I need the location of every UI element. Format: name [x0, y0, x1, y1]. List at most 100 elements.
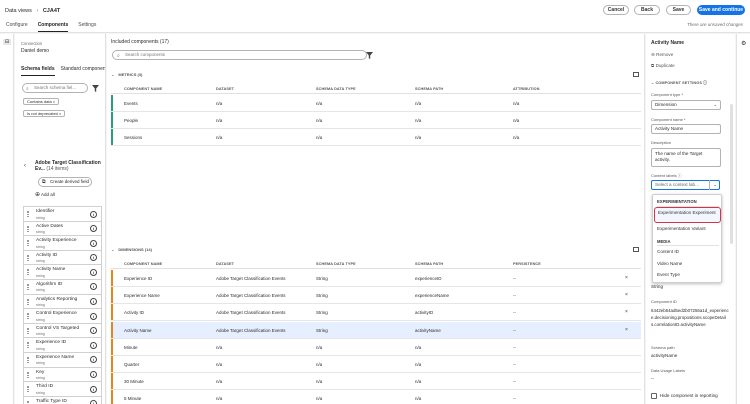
- components-search-input[interactable]: ⌕ Search components: [112, 50, 367, 60]
- schema-field-item[interactable]: Activity ID string i: [23, 249, 102, 266]
- remove-button[interactable]: ⊖ Remove: [651, 52, 673, 58]
- tab-components[interactable]: Components: [37, 22, 69, 32]
- info-icon[interactable]: i: [90, 225, 97, 233]
- tab-configure[interactable]: Configure: [6, 22, 28, 32]
- gear-icon[interactable]: ⚙: [741, 40, 746, 47]
- info-icon[interactable]: i: [90, 400, 97, 404]
- info-icon[interactable]: i: [90, 298, 97, 306]
- cancel-button[interactable]: Cancel: [603, 5, 629, 15]
- content-labels-dropdown-button[interactable]: ⌄: [709, 180, 720, 190]
- panel-toggle-icon[interactable]: ⊟: [3, 39, 11, 45]
- tab-standard-components[interactable]: Standard components: [61, 66, 105, 76]
- component-name-input[interactable]: Activity Name: [651, 124, 721, 134]
- popover-item-video-name[interactable]: Video Name: [657, 261, 682, 267]
- drag-handle-icon[interactable]: [27, 386, 29, 393]
- drag-handle-icon[interactable]: [27, 342, 29, 349]
- remove-icon[interactable]: ×: [625, 309, 628, 315]
- tab-settings[interactable]: Settings: [78, 22, 96, 32]
- column-header[interactable]: DATASET: [216, 262, 234, 266]
- info-icon[interactable]: i: [90, 239, 97, 247]
- table-row[interactable]: Quarter n/a n/a n/a --: [111, 356, 641, 373]
- filter-icon[interactable]: [366, 52, 373, 59]
- column-header[interactable]: DATASET: [216, 87, 234, 91]
- component-settings-header[interactable]: ⌄ COMPONENT SETTINGS ⓘ: [651, 80, 707, 86]
- popover-item-experimentation-experiment[interactable]: Experimentation Experiment: [654, 207, 721, 223]
- schema-field-item[interactable]: Activity Name string i: [23, 264, 102, 280]
- column-settings-icon[interactable]: [633, 247, 639, 252]
- schema-field-item[interactable]: Control Experience string i: [23, 308, 102, 324]
- back-button[interactable]: Back: [634, 5, 660, 15]
- filter-icon[interactable]: [92, 85, 99, 92]
- tab-schema-fields[interactable]: Schema fields: [21, 66, 55, 76]
- table-row[interactable]: Minute n/a n/a n/a --: [111, 338, 641, 356]
- schema-field-item[interactable]: Traffic Type IDstringi: [23, 395, 102, 404]
- save-button[interactable]: Save: [666, 5, 691, 15]
- filter-chip-not-deprecated[interactable]: Is not deprecated ×: [23, 110, 66, 117]
- table-row[interactable]: Sessions n/a n/a n/a n/a: [111, 129, 641, 147]
- info-icon[interactable]: i: [90, 371, 97, 379]
- hide-component-checkbox[interactable]: [651, 393, 657, 399]
- column-header[interactable]: SCHEMA DATA TYPE: [316, 87, 356, 91]
- schema-field-item[interactable]: Algorithm ID string i: [23, 278, 102, 295]
- drag-handle-icon[interactable]: [27, 313, 29, 320]
- column-header[interactable]: PERSISTENCE: [513, 262, 541, 266]
- info-icon[interactable]: i: [90, 210, 97, 218]
- drag-handle-icon[interactable]: [27, 283, 29, 290]
- schema-field-item[interactable]: Active Dates string i: [23, 220, 102, 237]
- drag-handle-icon[interactable]: [27, 211, 29, 217]
- drag-handle-icon[interactable]: [27, 269, 29, 276]
- drag-handle-icon[interactable]: [27, 356, 29, 363]
- table-row[interactable]: People n/a n/a n/a n/a: [111, 112, 641, 130]
- dimensions-section-header[interactable]: ⌄ DIMENSIONS (14): [111, 247, 152, 252]
- info-icon[interactable]: i: [90, 341, 97, 349]
- breadcrumb-data-views[interactable]: Data views: [5, 8, 32, 14]
- info-icon[interactable]: i: [90, 327, 97, 335]
- table-row[interactable]: Activity Name Adobe Target Classification…: [111, 321, 641, 339]
- schema-field-item[interactable]: Control VS Targeted string i: [23, 322, 102, 339]
- remove-icon[interactable]: ×: [625, 327, 628, 333]
- drag-handle-icon[interactable]: [27, 327, 29, 334]
- remove-icon[interactable]: ×: [625, 275, 628, 281]
- column-header[interactable]: COMPONENT NAME: [124, 87, 162, 91]
- info-icon[interactable]: i: [90, 385, 97, 393]
- column-header[interactable]: SCHEMA PATH: [415, 262, 443, 266]
- drag-handle-icon[interactable]: [27, 371, 29, 378]
- info-icon[interactable]: i: [90, 268, 97, 276]
- filter-chip-contains-data[interactable]: Contains data ×: [23, 98, 60, 105]
- schema-field-item[interactable]: Identifier string i: [23, 206, 102, 222]
- popover-item-event-type[interactable]: Event Type: [657, 272, 680, 278]
- column-header[interactable]: COMPONENT NAME: [124, 262, 162, 266]
- drag-handle-icon[interactable]: [27, 225, 29, 232]
- table-row[interactable]: Experience ID Adobe Target Classification…: [111, 270, 641, 287]
- schema-field-item[interactable]: Analytics Reporting string i: [23, 293, 102, 310]
- save-and-continue-button[interactable]: Save and continue: [697, 5, 745, 15]
- drag-handle-icon[interactable]: [27, 254, 29, 261]
- schema-field-item[interactable]: Experience Name string i: [23, 351, 102, 368]
- info-icon[interactable]: i: [90, 283, 97, 291]
- column-header[interactable]: SCHEMA DATA TYPE: [316, 262, 356, 266]
- schema-field-item[interactable]: Activity Experience string i: [23, 235, 102, 251]
- duplicate-button[interactable]: ⧉ Duplicate: [651, 63, 675, 68]
- component-type-select[interactable]: Dimension ⌄: [651, 100, 721, 110]
- description-textarea[interactable]: The name of the Target activity.: [651, 148, 721, 167]
- column-settings-icon[interactable]: [633, 72, 639, 77]
- schema-field-item[interactable]: Key string i: [23, 366, 102, 383]
- schema-search-input[interactable]: ⌕ Search schema fiel...: [22, 83, 88, 93]
- column-header[interactable]: ATTRIBUTION: [513, 87, 540, 91]
- column-header[interactable]: SCHEMA PATH: [415, 87, 443, 91]
- popover-item-experimentation-variant[interactable]: Experimentation Variant: [657, 226, 706, 232]
- create-derived-field-button[interactable]: ⧉ Create derived field: [38, 177, 92, 187]
- table-row[interactable]: Experience Name Adobe Target Classificati…: [111, 287, 641, 305]
- info-icon[interactable]: i: [90, 312, 97, 320]
- info-icon[interactable]: i: [90, 254, 97, 262]
- table-row[interactable]: Activity ID Adobe Target Classification E…: [111, 304, 641, 322]
- drag-handle-icon[interactable]: [27, 298, 29, 305]
- remove-icon[interactable]: ×: [625, 292, 628, 298]
- schema-field-item[interactable]: Third ID string i: [23, 381, 102, 397]
- add-all-button[interactable]: ⊕ Add all: [35, 192, 55, 198]
- drag-handle-icon[interactable]: [27, 240, 29, 247]
- popover-item-content-id[interactable]: Content ID: [657, 249, 679, 255]
- back-arrow-icon[interactable]: ‹: [24, 163, 26, 169]
- table-row[interactable]: 5 Minute n/a n/a n/a --: [111, 390, 641, 404]
- info-icon[interactable]: i: [90, 356, 97, 364]
